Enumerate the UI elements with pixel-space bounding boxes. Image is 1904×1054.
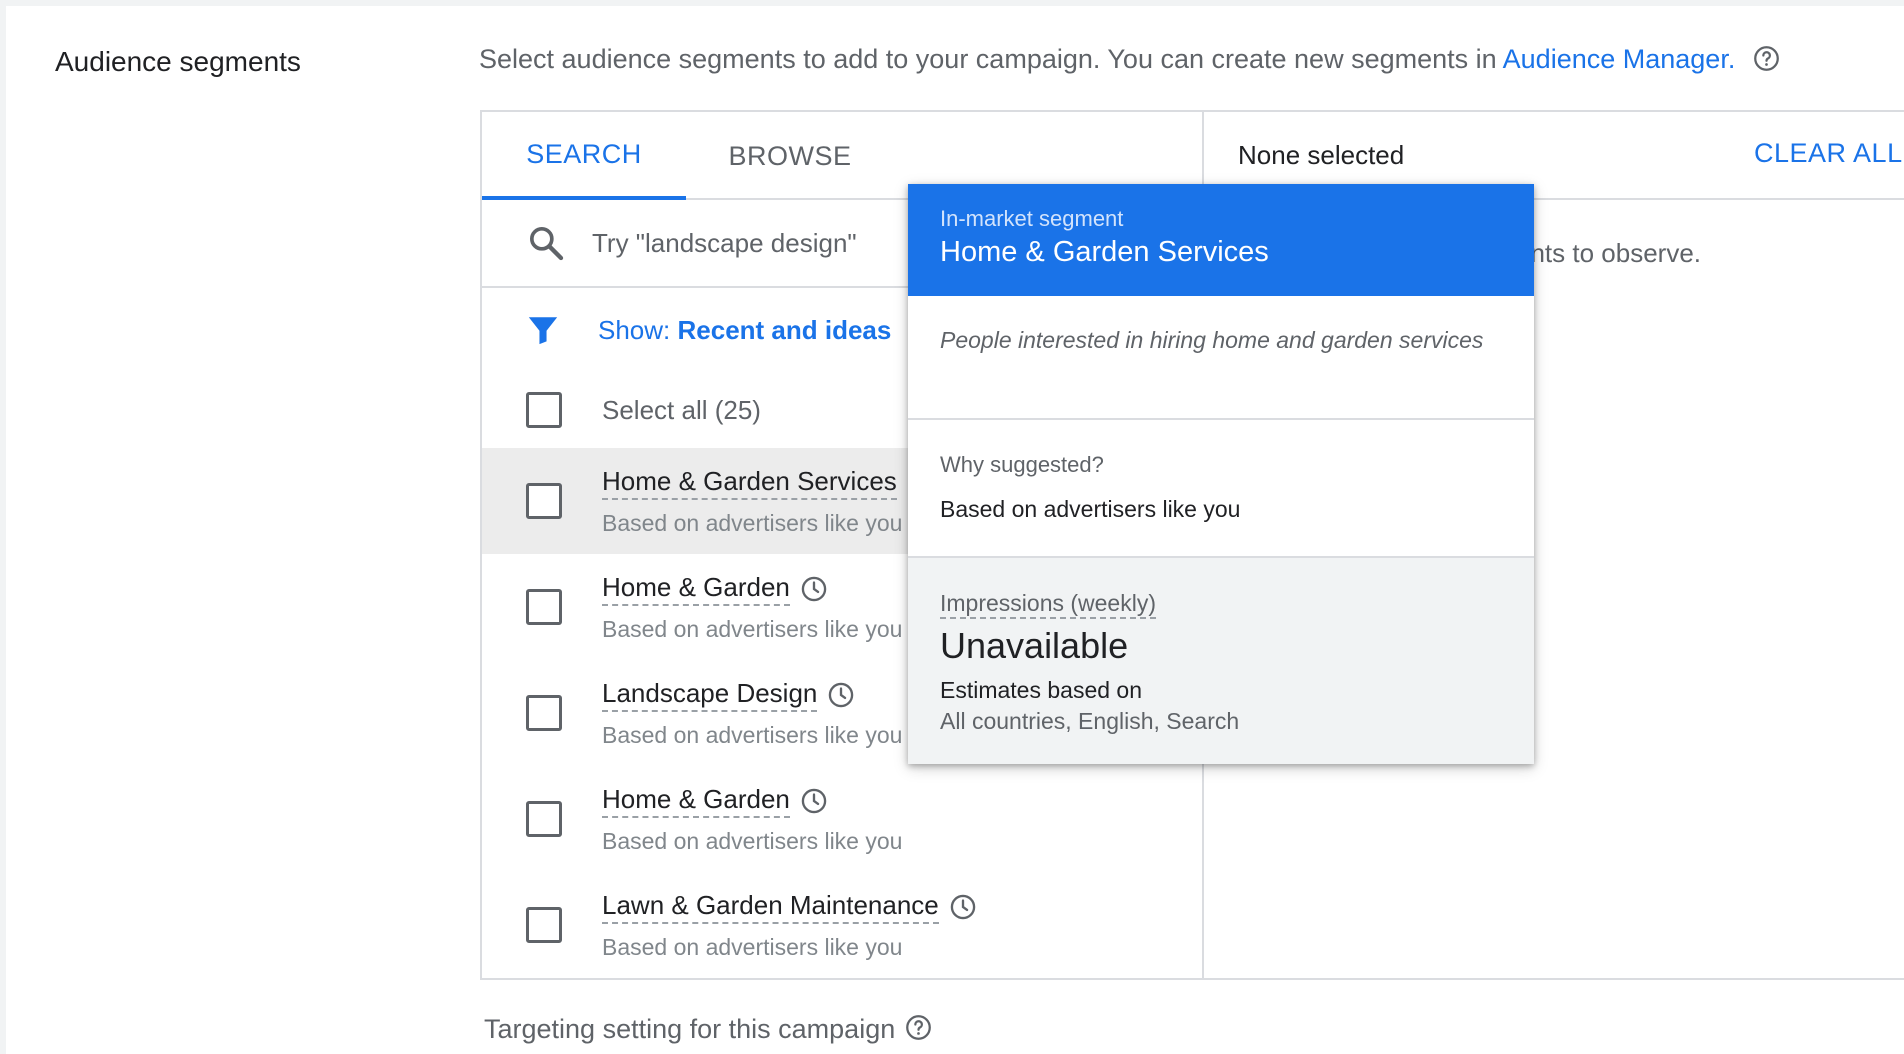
item-texts: Home & Garden Based on advertisers like … [602,784,902,855]
estimates-value: All countries, English, Search [940,708,1240,734]
item-subtitle: Based on advertisers like you [602,933,903,960]
observe-hint: ents to observe. [1516,238,1701,268]
targeting-setting: Targeting setting for this campaign [484,1014,932,1045]
clock-icon [801,576,827,601]
page: Audience segments Select audience segmen… [0,0,1904,1054]
popover-header: In-market segment Home & Garden Services [908,184,1534,296]
why-suggested: Why suggested? Based on advertisers like… [908,420,1534,558]
select-all-label: Select all (25) [602,394,761,425]
impressions-label: Impressions (weekly) [940,590,1156,619]
filter-prefix: Show: [598,314,678,345]
item-subtitle: Based on advertisers like you [602,509,903,536]
item-checkbox[interactable] [526,801,562,837]
item-texts: Landscape Design Based on advertisers li… [602,678,902,749]
selection-status: None selected [1238,140,1405,170]
segment-type: In-market segment [940,206,1124,231]
segment-name: Home & Garden Services [940,236,1269,268]
why-suggested-label: Why suggested? [940,452,1104,477]
item-title[interactable]: Home & Garden [602,784,790,818]
list-item[interactable]: Lawn & Garden Maintenance Based on adver… [482,872,1202,978]
intro-description: Select audience segments to add to your … [479,44,1503,74]
tab-search[interactable]: SEARCH [482,112,686,200]
help-icon[interactable] [1753,45,1780,72]
item-texts: Lawn & Garden Maintenance Based on adver… [602,890,977,961]
item-title[interactable]: Landscape Design [602,678,818,712]
section-label: Audience segments [55,46,301,77]
item-subtitle: Based on advertisers like you [602,827,903,854]
impressions-value: Unavailable [940,625,1129,666]
clock-icon [950,894,976,919]
item-subtitle: Based on advertisers like you [602,615,903,642]
audience-manager-link[interactable]: Audience Manager. [1503,44,1736,74]
filter-value[interactable]: Recent and ideas [678,315,892,345]
list-item[interactable]: Home & Garden Based on advertisers like … [482,766,1202,872]
item-checkbox[interactable] [526,483,562,519]
item-checkbox[interactable] [526,695,562,731]
select-all-checkbox[interactable] [526,392,562,428]
clear-all-button[interactable]: CLEAR ALL [1754,138,1903,169]
clock-icon [801,788,827,813]
item-texts: Home & Garden Based on advertisers like … [602,572,902,643]
item-title[interactable]: Home & Garden [602,572,790,606]
segment-description: People interested in hiring home and gar… [908,296,1534,420]
item-checkbox[interactable] [526,589,562,625]
item-title[interactable]: Lawn & Garden Maintenance [602,890,939,924]
targeting-label: Targeting setting for this campaign [484,1014,896,1044]
segment-detail-popover: In-market segment Home & Garden Services… [908,184,1534,764]
help-icon[interactable] [905,1014,932,1041]
item-texts: Home & Garden Services Based on advertis… [602,466,902,537]
search-input[interactable] [592,227,912,259]
filter-label: Show: Recent and ideas [598,315,891,346]
intro-text: Select audience segments to add to your … [479,44,1780,75]
why-suggested-value: Based on advertisers like you [940,496,1241,522]
item-title[interactable]: Home & Garden Services [602,466,897,500]
item-checkbox[interactable] [526,907,562,943]
tab-browse[interactable]: BROWSE [686,112,894,200]
impressions-section: Impressions (weekly) Unavailable Estimat… [908,558,1534,764]
item-subtitle: Based on advertisers like you [602,721,903,748]
estimates-label: Estimates based on [940,677,1143,703]
filter-icon [528,317,558,345]
search-icon [530,227,564,261]
clock-icon [829,682,854,707]
